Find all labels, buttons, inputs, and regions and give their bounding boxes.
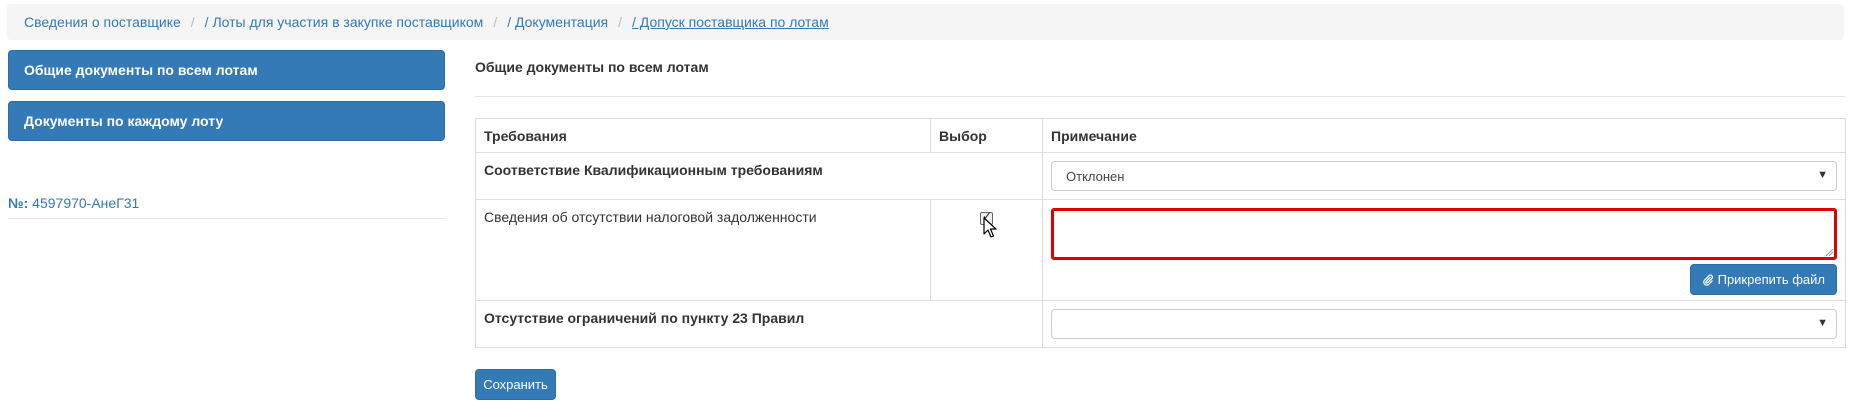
table-header-row: Требования Выбор Примечание	[475, 118, 1846, 153]
status-select-value: Отклонен	[1066, 168, 1125, 184]
lot-number-value: 4597970-АнеГ31	[32, 195, 140, 211]
lot-number[interactable]: №: 4597970-АнеГ31	[8, 195, 445, 211]
common-documents-button[interactable]: Общие документы по всем лотам	[8, 50, 445, 90]
mouse-pointer-icon	[983, 217, 997, 238]
lot-number-prefix: №:	[8, 195, 29, 211]
header-choice: Выбор	[930, 118, 1043, 153]
table-row: Сведения об отсутствии налоговой задолже…	[475, 199, 1846, 301]
breadcrumb-supplier-admission[interactable]: / Допуск поставщика по лотам	[632, 14, 829, 30]
status-select[interactable]: Отклонен ▼	[1051, 161, 1837, 191]
breadcrumb-lots[interactable]: / Лоты для участия в закупке поставщиком	[205, 14, 484, 30]
divider	[475, 96, 1845, 97]
breadcrumb-separator: /	[190, 14, 195, 30]
attach-file-button[interactable]: Прикрепить файл	[1689, 264, 1837, 295]
note-textarea[interactable]	[1051, 208, 1837, 260]
table-row: Соответствие Квалификационным требования…	[475, 152, 1846, 200]
resize-handle-icon[interactable]	[1826, 249, 1833, 256]
caret-down-icon: ▼	[1817, 169, 1828, 181]
requirement-cell: Сведения об отсутствии налоговой задолже…	[475, 199, 931, 301]
header-note: Примечание	[1042, 118, 1846, 153]
choice-cell: ✓	[930, 199, 1043, 301]
breadcrumb-documentation[interactable]: / Документация	[507, 14, 608, 30]
save-button[interactable]: Сохранить	[475, 369, 556, 400]
status-select[interactable]: ▼	[1051, 309, 1837, 339]
requirement-label: Соответствие Квалификационным требования…	[484, 162, 823, 178]
attach-file-label: Прикрепить файл	[1717, 272, 1825, 287]
requirement-label: Отсутствие ограничений по пункту 23 Прав…	[484, 310, 805, 326]
table-row: Отсутствие ограничений по пункту 23 Прав…	[475, 300, 1846, 348]
caret-down-icon: ▼	[1817, 317, 1828, 329]
breadcrumb-separator: /	[618, 14, 623, 30]
paperclip-icon	[1702, 274, 1713, 286]
requirements-table: Требования Выбор Примечание Соответствие…	[475, 118, 1846, 348]
requirement-label: Сведения об отсутствии налоговой задолже…	[484, 209, 817, 225]
requirement-cell: Соответствие Квалификационным требования…	[475, 152, 1043, 200]
note-cell: ▼	[1042, 300, 1846, 348]
header-requirements: Требования	[475, 118, 931, 153]
breadcrumb-separator: /	[493, 14, 498, 30]
section-title: Общие документы по всем лотам	[475, 59, 709, 75]
note-cell: Отклонен ▼	[1042, 152, 1846, 200]
per-lot-documents-button[interactable]: Документы по каждому лоту	[8, 101, 445, 141]
divider	[8, 218, 445, 219]
requirement-cell: Отсутствие ограничений по пункту 23 Прав…	[475, 300, 1043, 348]
note-cell: Прикрепить файл	[1042, 199, 1846, 301]
breadcrumb-supplier-info[interactable]: Сведения о поставщике	[24, 14, 181, 30]
breadcrumb: Сведения о поставщике / / Лоты для участ…	[7, 4, 1844, 40]
